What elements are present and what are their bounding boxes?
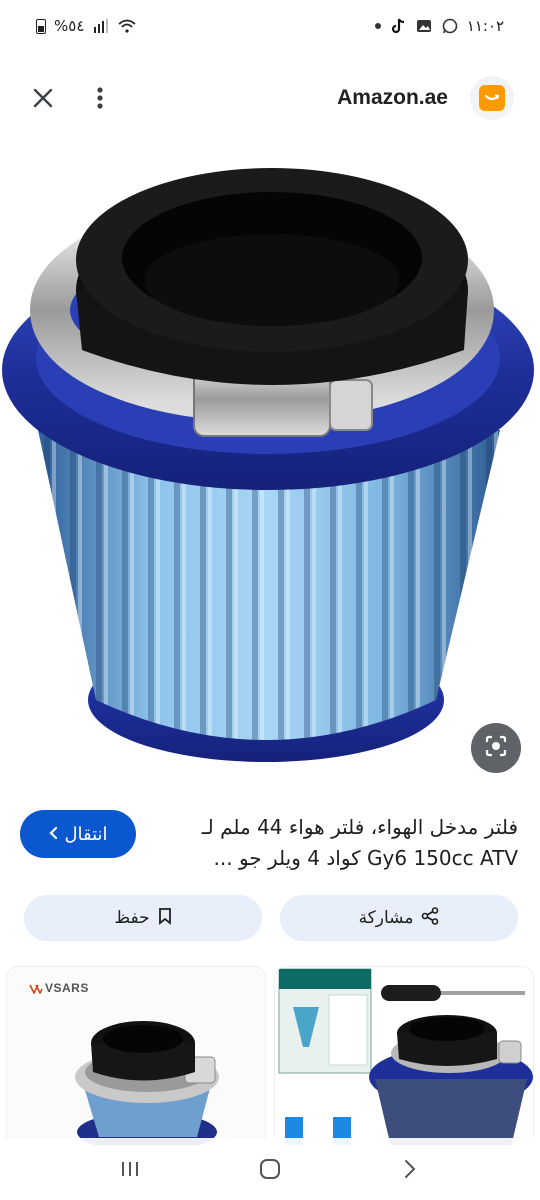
related-card[interactable]: VSARS [6,966,266,1146]
card-brand-logo: VSARS [29,981,89,995]
back-icon[interactable] [390,1149,430,1189]
related-card[interactable] [274,966,534,1146]
header-left [32,86,104,110]
battery-icon [36,18,46,34]
notification-dot-icon [374,23,381,29]
clock: ١١:٠٢ [466,17,504,35]
status-bar: %٥٤ ١١:٠٢ [0,0,540,52]
lens-search-button[interactable] [471,723,521,773]
header-right[interactable]: Amazon.ae [337,76,514,120]
amazon-favicon-icon [470,76,514,120]
product-title[interactable]: فلتر مدخل الهواء، فلتر هواء 44 ملم لـ Gy… [168,812,518,874]
status-left: %٥٤ [36,17,136,35]
related-product-image [278,968,533,1145]
more-vert-icon[interactable] [96,86,104,110]
status-right: ١١:٠٢ [374,17,504,35]
chevron-left-icon [48,824,58,845]
visit-button[interactable]: انتقال [20,810,136,858]
battery-percent: %٥٤ [54,17,85,35]
share-button[interactable]: مشاركة [280,895,518,941]
signal-icon [92,17,110,35]
recent-apps-icon[interactable] [110,1149,150,1189]
visit-label: انتقال [64,823,108,844]
system-nav-bar [0,1138,540,1200]
bookmark-icon [158,907,172,930]
product-image[interactable] [0,140,540,795]
gallery-icon [415,17,433,35]
card-brand-text: VSARS [45,981,89,995]
home-icon[interactable] [250,1149,290,1189]
product-title-line1: فلتر مدخل الهواء، فلتر هواء 44 ملم لـ [201,815,518,839]
share-label: مشاركة [358,908,414,927]
wifi-icon [118,17,136,35]
site-name[interactable]: Amazon.ae [337,86,448,110]
close-icon[interactable] [32,87,54,109]
share-icon [421,906,439,930]
lens-header: Amazon.ae [0,60,540,136]
lens-icon [483,733,509,763]
product-title-line2: Gy6 150cc ATV كواد 4 ويلر جو ... [213,846,518,870]
tiktok-icon [389,17,407,35]
whatsapp-icon [441,17,459,35]
save-button[interactable]: حفظ [24,895,262,941]
save-label: حفظ [114,908,150,927]
